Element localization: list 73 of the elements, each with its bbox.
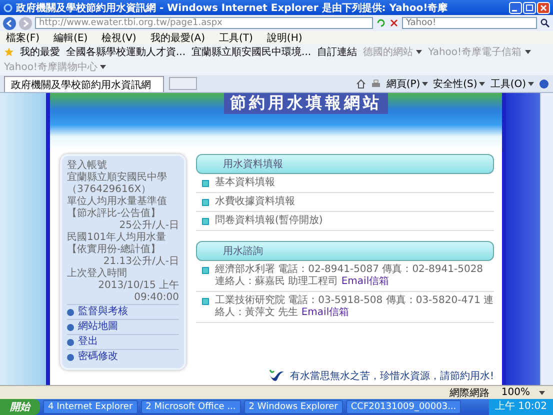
caret-icon[interactable] [539,390,545,394]
bullet-icon [202,199,209,206]
menu-item[interactable]: 編輯(E) [54,30,88,44]
taskbar-button[interactable]: CCF20131009_00003... [346,400,462,414]
search-field[interactable]: Yahoo! [402,17,537,29]
scrollbar[interactable] [540,93,553,385]
sidebar-link[interactable]: 網站地圖 [67,319,179,334]
account-info-text: （376429616X） [67,184,152,196]
menu-link[interactable]: 水費收據資料填報 [215,196,295,208]
back-button[interactable] [3,16,16,30]
account-info-text: 單位人均用水量基準值 [67,196,168,208]
section-header: 用水諮詢 [196,241,494,261]
menu-item[interactable]: 檢視(V) [102,30,136,44]
email-link[interactable]: Email信箱 [341,276,390,287]
account-info-text: 宜蘭縣立順安國民中學 [67,172,168,184]
account-info-text: 登入帳號 [67,160,108,172]
caret-icon[interactable] [528,82,534,86]
favorite-link[interactable]: 自訂連結 [317,45,358,59]
star-icon [4,47,14,57]
bullet-icon [202,267,209,274]
section-header: 用水資料填報 [196,154,494,174]
favorite-link[interactable]: 宜蘭縣立順安國民中環境... [192,45,312,59]
refresh-icon[interactable] [376,18,386,28]
maximize-button[interactable] [523,2,536,14]
window-title: 政府機關及學校節約用水資訊網 - Windows Internet Explorer 是由下列提供: Yahoo!奇摩 [16,1,449,14]
zone-text: 網際網路 [449,386,490,400]
account-info-text: 民國101年人均用水量 [67,232,168,244]
clock-text: 上午 10:02 [489,399,553,415]
sidebar-link[interactable]: 監督與考核 [67,304,179,319]
taskbar-button[interactable]: 2 Microsoft Office ... [140,400,241,414]
taskbar-button[interactable]: 4 Internet Explorer [43,400,138,414]
close-button[interactable] [537,2,550,14]
close-icon[interactable] [389,18,399,28]
command-button[interactable]: 安全性(S) [433,76,478,90]
taskbar-button[interactable]: 2 Windows Explorer [244,400,343,414]
menu-item[interactable]: 檔案(F) [6,30,40,44]
account-info-text: 【節水評比-公告值】 [67,208,162,220]
favorites-button[interactable]: 我的最愛 [20,45,60,59]
menu-link[interactable]: 基本資料填報 [215,177,275,189]
banner-title: 節約用水填報網站 [224,93,388,114]
browser-tab[interactable]: 政府機關及學校節約用水資訊網 [4,76,164,92]
account-info-text: 上次登入時間 [67,268,128,280]
menu-item[interactable]: 工具(T) [219,30,253,44]
contact-text: 工業技術研究院 電話：03-5918-508 傳真：03-5820-471 連絡人：黃萍文 先生 Email信箱 [215,295,494,319]
browser-logo-icon [3,2,13,12]
menu-item[interactable]: 我的最愛(A) [150,30,205,44]
minimize-button[interactable] [509,2,522,14]
zoom-button[interactable]: 100% [501,387,530,398]
account-info-text: 09:40:00 [133,292,179,304]
menu-link[interactable]: 問卷資料填報(暫停開放) [215,215,323,227]
email-link[interactable]: Email信箱 [301,307,350,318]
contact-text: 經濟部水利署 電話：02-8941-5087 傳真：02-8941-5028 連絡人：蘇嘉民 助理工程司 Email信箱 [215,264,484,288]
account-info-text: 21.13公升/人-日 [102,256,179,268]
menu-item[interactable]: 說明(H) [266,30,302,44]
favorite-link[interactable]: 全國各縣學校運動人才資... [66,45,186,59]
home-icon[interactable] [356,78,366,88]
start-button[interactable]: 開始 [0,399,40,415]
sidebar-link[interactable]: 密碼修改 [67,349,179,364]
search-icon[interactable] [540,18,550,28]
account-info-text: 2013/10/15 上午 [97,280,179,292]
caret-icon[interactable] [422,82,428,86]
sidebar-link[interactable]: 登出 [67,334,179,349]
command-button[interactable]: 工具(O) [490,76,526,90]
address-field[interactable]: http://www.ewater.tbi.org.tw/page1.aspx [35,17,373,29]
command-button[interactable]: 網頁(P) [386,76,420,90]
account-info-text: 25公升/人-日 [118,220,179,232]
slogan-text: 有水當思無水之苦，珍惜水資源，請節約用水! [290,370,494,383]
bullet-icon [202,218,209,225]
account-info-text: 【依實用份-總計值】 [67,244,162,256]
caret-icon[interactable] [479,82,486,86]
bullet-icon [202,298,209,305]
printer-icon[interactable] [371,78,382,88]
bullet-icon [202,180,209,187]
